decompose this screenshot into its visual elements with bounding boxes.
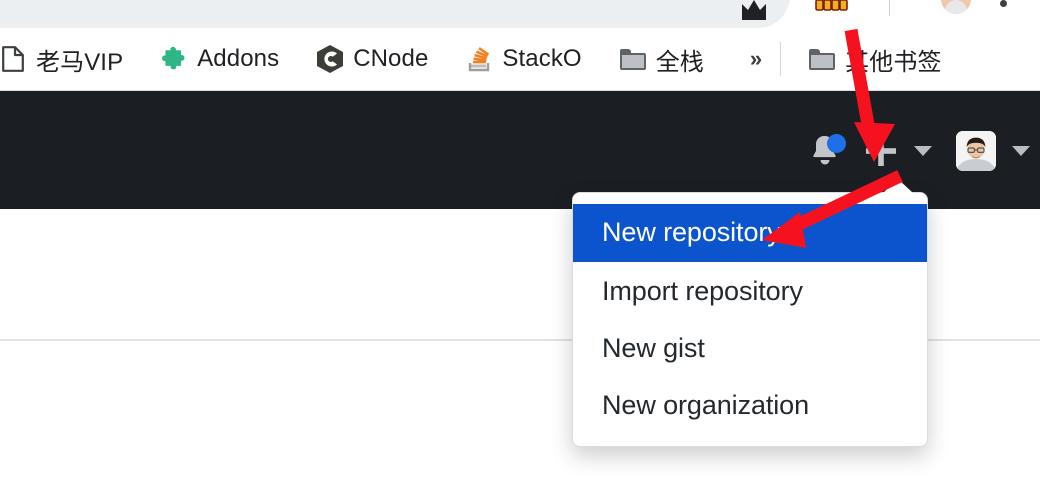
chrome-profile-avatar[interactable]	[941, 0, 971, 14]
avatar	[956, 130, 996, 171]
bookmarks-divider	[780, 42, 782, 76]
bookmarks-overflow-button[interactable]: »	[738, 44, 774, 74]
menu-item-new-organization[interactable]: New organization	[573, 376, 927, 435]
bookmark-star-icon[interactable]	[736, 0, 772, 28]
notifications-button[interactable]	[798, 124, 852, 178]
folder-icon	[619, 48, 646, 70]
bookmark-label: CNode	[353, 45, 429, 72]
bookmark-cnode[interactable]: CNode	[307, 41, 438, 77]
plus-icon	[866, 135, 896, 166]
create-new-dropdown-menu: New repository Import repository New gis…	[572, 179, 928, 447]
menu-item-import-repository[interactable]: Import repository	[573, 262, 927, 319]
other-bookmarks-button[interactable]: 其他书签	[799, 38, 951, 81]
folder-icon	[809, 48, 836, 70]
bookmark-label: StackO	[502, 45, 582, 72]
three-dot-menu-icon[interactable]	[1000, 0, 1007, 7]
browser-toolbar	[0, 0, 1040, 28]
bookmark-quanzhan[interactable]: 全栈	[610, 38, 714, 81]
chevron-down-icon[interactable]	[914, 145, 932, 156]
user-menu-button[interactable]	[956, 130, 1030, 171]
toolbar-divider	[889, 0, 890, 16]
chevron-down-icon[interactable]	[1012, 145, 1030, 156]
bookmark-laomavip[interactable]: 老马VIP	[0, 38, 133, 81]
bookmark-label: 老马VIP	[36, 48, 124, 76]
omnibox[interactable]	[0, 0, 790, 28]
menu-item-new-repository[interactable]: New repository	[573, 204, 927, 262]
document-icon	[0, 46, 26, 72]
menu-item-new-gist[interactable]: New gist	[573, 319, 927, 376]
cnode-hexagon-icon	[317, 45, 344, 73]
bookmark-stackoverflow[interactable]: StackO	[456, 41, 591, 77]
bookmarks-bar: 老马VIP Addons CNode StackO 全栈 » 其他书签	[0, 28, 1040, 90]
bookmark-label: 全栈	[655, 48, 704, 76]
puzzle-piece-icon	[161, 46, 187, 72]
notification-unread-dot	[827, 133, 846, 153]
create-new-button[interactable]	[858, 128, 904, 174]
menu-caret-icon	[883, 179, 913, 193]
bookmark-addons[interactable]: Addons	[151, 41, 289, 77]
stackoverflow-icon	[466, 46, 492, 72]
other-bookmarks-label: 其他书签	[845, 48, 942, 76]
extension-puzzle-icon[interactable]	[814, 0, 850, 28]
bookmark-label: Addons	[197, 45, 280, 72]
